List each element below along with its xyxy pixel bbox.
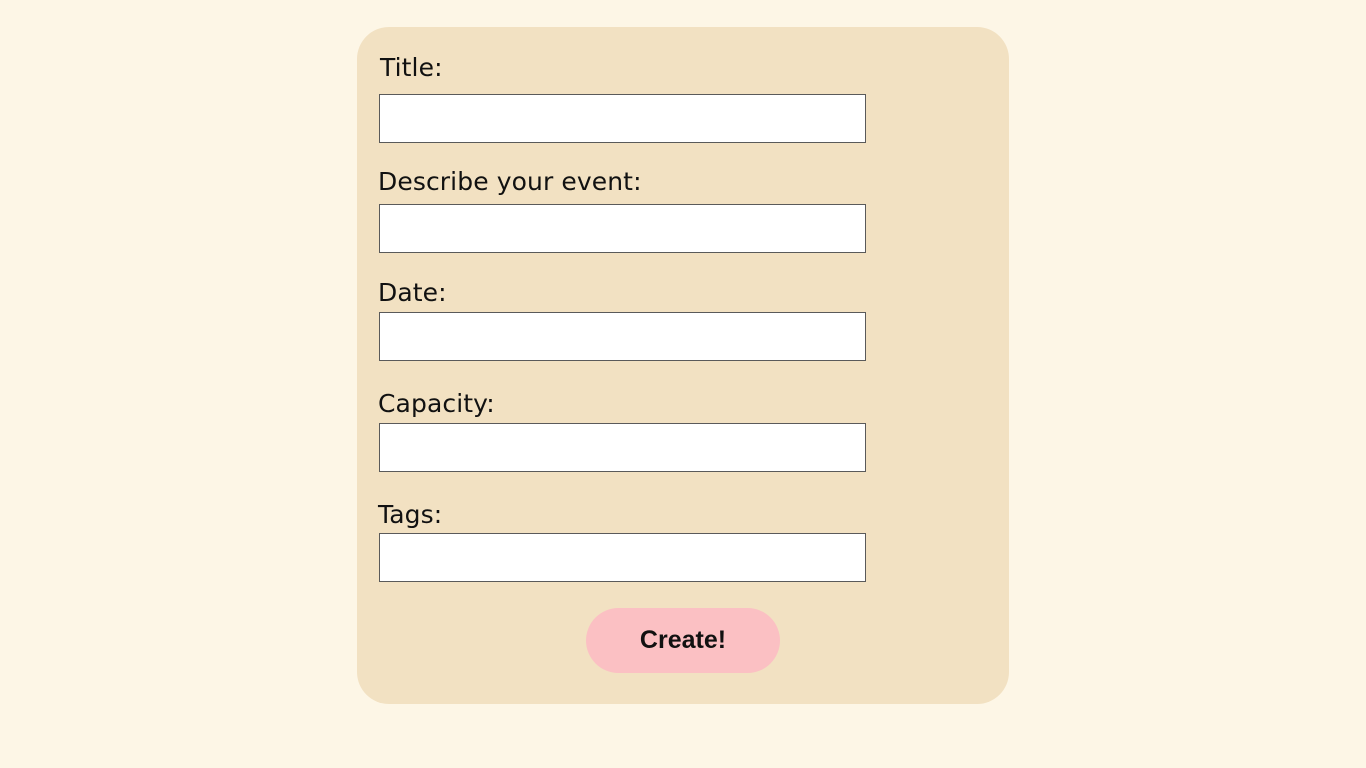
- description-label: Describe your event:: [378, 167, 642, 196]
- date-label: Date:: [378, 278, 447, 307]
- description-input[interactable]: [379, 204, 866, 253]
- date-input[interactable]: [379, 312, 866, 361]
- title-label: Title:: [380, 53, 443, 82]
- title-input[interactable]: [379, 94, 866, 143]
- tags-input[interactable]: [379, 533, 866, 582]
- create-event-form: Title: Describe your event: Date: Capaci…: [357, 27, 1009, 704]
- capacity-label: Capacity:: [378, 389, 495, 418]
- create-button[interactable]: Create!: [586, 608, 780, 673]
- tags-label: Tags:: [378, 500, 443, 529]
- capacity-input[interactable]: [379, 423, 866, 472]
